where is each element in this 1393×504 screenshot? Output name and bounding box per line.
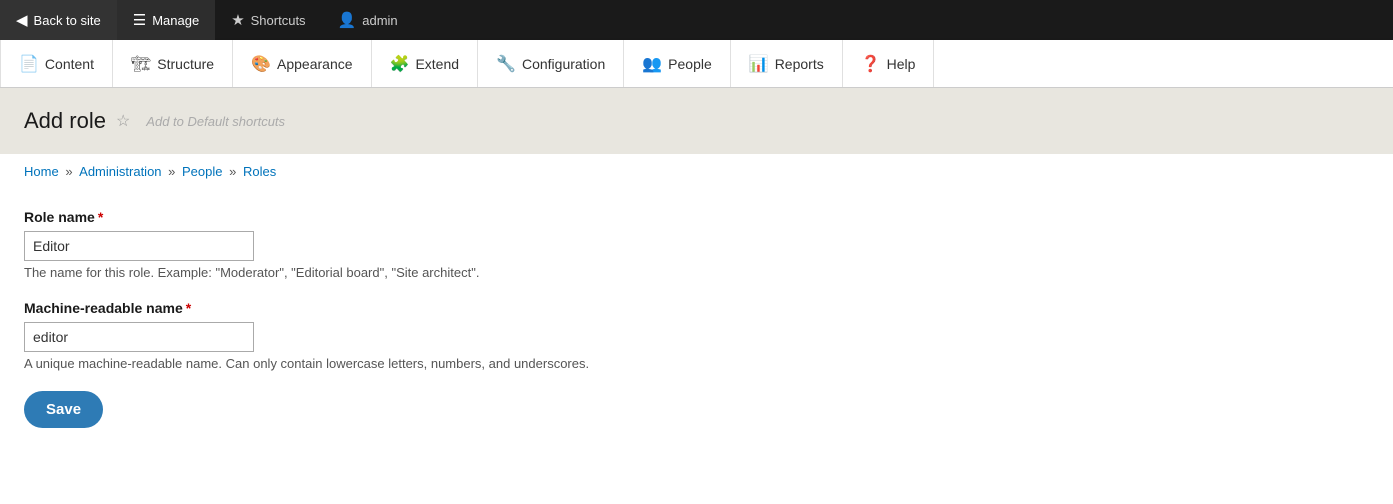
breadcrumb-sep-1: » <box>65 164 76 179</box>
nav-structure[interactable]: 🏗 Structure <box>113 40 233 87</box>
page-title: Add role <box>24 108 106 134</box>
machine-name-required: * <box>186 300 191 316</box>
back-to-site-link[interactable]: ◀ Back to site <box>0 0 117 40</box>
shortcut-hint: Add to Default shortcuts <box>146 114 285 129</box>
machine-name-input[interactable] <box>24 322 254 352</box>
nav-help[interactable]: ❓ Help <box>843 40 935 87</box>
role-name-input[interactable] <box>24 231 254 261</box>
form-area: Role name* The name for this role. Examp… <box>0 189 1393 448</box>
nav-people[interactable]: 👥 People <box>624 40 731 87</box>
shortcuts-label: Shortcuts <box>251 13 306 28</box>
role-name-required: * <box>98 209 103 225</box>
nav-content[interactable]: 📄 Content <box>0 40 113 87</box>
machine-name-group: Machine-readable name* A unique machine-… <box>24 300 1369 371</box>
nav-extend[interactable]: 🧩 Extend <box>372 40 479 87</box>
admin-label: admin <box>362 13 397 28</box>
breadcrumb-administration[interactable]: Administration <box>79 164 161 179</box>
nav-structure-label: Structure <box>157 56 214 72</box>
shortcuts-icon: ★ <box>231 11 244 29</box>
extend-icon: 🧩 <box>390 54 410 74</box>
page-header: Add role ☆ Add to Default shortcuts <box>0 88 1393 154</box>
configuration-icon: 🔧 <box>496 54 516 74</box>
manage-link[interactable]: ☰ Manage <box>117 0 215 40</box>
admin-link[interactable]: 👤 admin <box>322 0 414 40</box>
manage-label: Manage <box>152 13 199 28</box>
breadcrumb-sep-2: » <box>168 164 179 179</box>
structure-icon: 🏗 <box>131 54 151 74</box>
nav-people-label: People <box>668 56 712 72</box>
nav-appearance[interactable]: 🎨 Appearance <box>233 40 371 87</box>
nav-reports[interactable]: 📊 Reports <box>731 40 843 87</box>
appearance-icon: 🎨 <box>251 54 271 74</box>
nav-appearance-label: Appearance <box>277 56 353 72</box>
breadcrumb-sep-3: » <box>229 164 240 179</box>
breadcrumb-bar: Home » Administration » People » Roles <box>0 154 1393 189</box>
help-icon: ❓ <box>861 54 881 74</box>
nav-configuration[interactable]: 🔧 Configuration <box>478 40 624 87</box>
nav-reports-label: Reports <box>775 56 824 72</box>
nav-extend-label: Extend <box>415 56 459 72</box>
back-icon: ◀ <box>16 11 28 29</box>
breadcrumb-people[interactable]: People <box>182 164 222 179</box>
manage-icon: ☰ <box>133 11 146 29</box>
admin-icon: 👤 <box>338 11 357 29</box>
content-icon: 📄 <box>19 54 39 74</box>
admin-bar: ◀ Back to site ☰ Manage ★ Shortcuts 👤 ad… <box>0 0 1393 40</box>
breadcrumb-roles[interactable]: Roles <box>243 164 276 179</box>
people-icon: 👥 <box>642 54 662 74</box>
machine-name-description: A unique machine-readable name. Can only… <box>24 356 1369 371</box>
save-button[interactable]: Save <box>24 391 103 428</box>
breadcrumb-home[interactable]: Home <box>24 164 59 179</box>
favorite-star-icon[interactable]: ☆ <box>116 111 130 131</box>
machine-name-label: Machine-readable name* <box>24 300 1369 316</box>
role-name-label: Role name* <box>24 209 1369 225</box>
breadcrumb: Home » Administration » People » Roles <box>24 164 1369 179</box>
back-to-site-label: Back to site <box>34 13 101 28</box>
nav-content-label: Content <box>45 56 94 72</box>
role-name-group: Role name* The name for this role. Examp… <box>24 209 1369 280</box>
nav-help-label: Help <box>887 56 916 72</box>
shortcuts-link[interactable]: ★ Shortcuts <box>215 0 321 40</box>
main-nav: 📄 Content 🏗 Structure 🎨 Appearance 🧩 Ext… <box>0 40 1393 88</box>
role-name-description: The name for this role. Example: "Modera… <box>24 265 1369 280</box>
nav-configuration-label: Configuration <box>522 56 605 72</box>
reports-icon: 📊 <box>749 54 769 74</box>
